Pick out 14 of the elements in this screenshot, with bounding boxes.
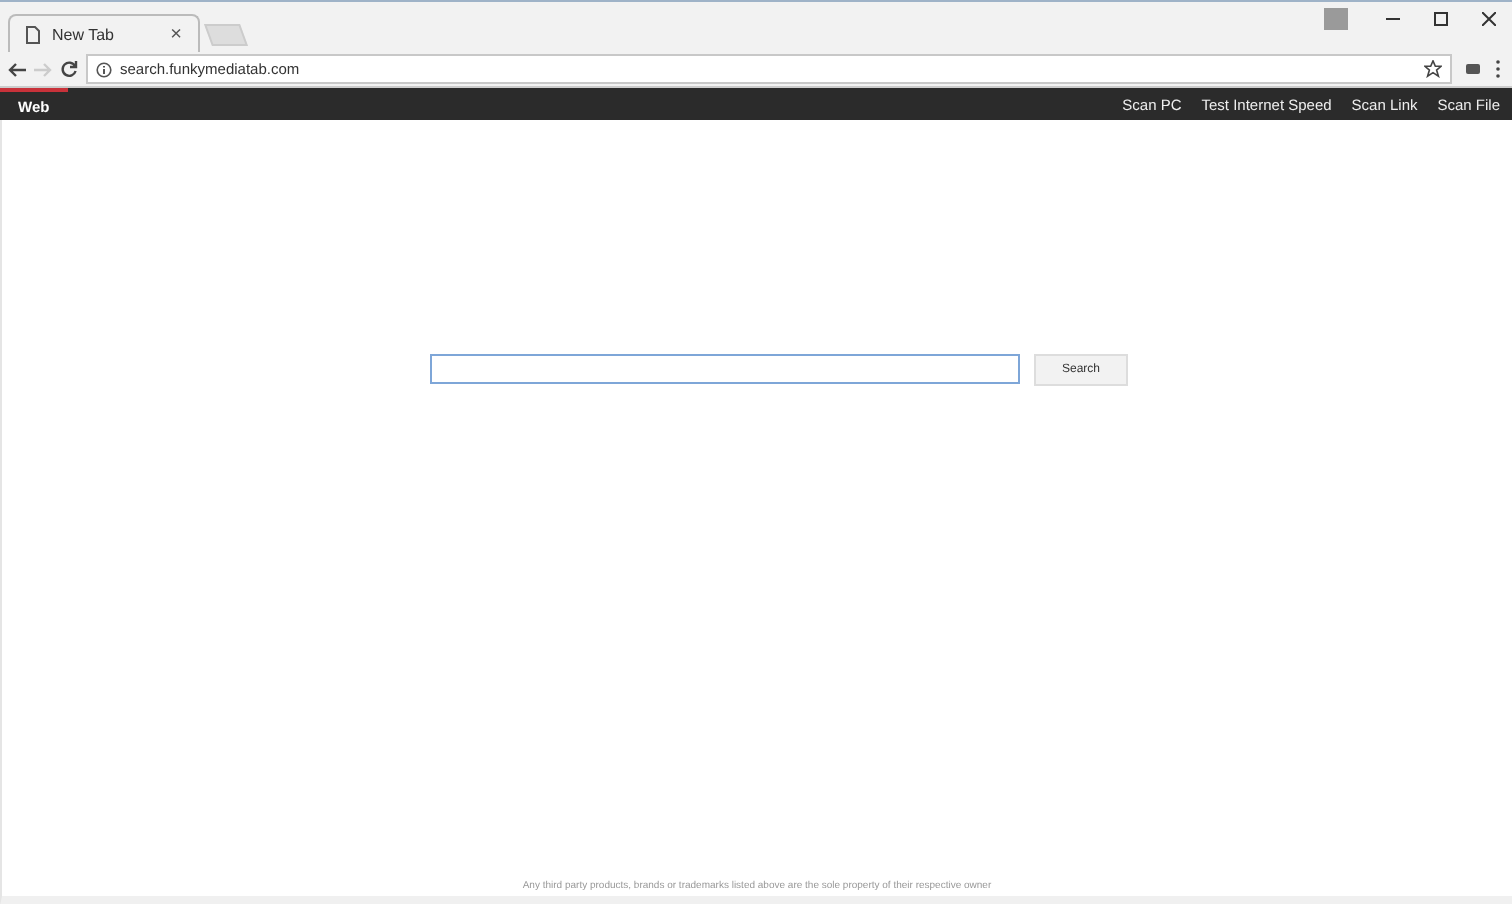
reload-icon[interactable]	[60, 60, 78, 78]
browser-tab[interactable]: New Tab ×	[8, 14, 200, 52]
info-icon[interactable]	[96, 61, 112, 77]
search-field[interactable]	[430, 354, 1020, 384]
tab-title: New Tab	[52, 25, 116, 43]
maximize-icon[interactable]	[1433, 11, 1447, 25]
menu-icon[interactable]	[1492, 60, 1504, 78]
tab-close-button[interactable]: ×	[170, 23, 182, 45]
star-icon[interactable]	[1424, 60, 1442, 78]
extension-icon[interactable]	[1460, 61, 1484, 77]
page-icon	[26, 25, 40, 43]
close-icon[interactable]	[1481, 11, 1495, 25]
minimize-icon[interactable]	[1385, 17, 1399, 19]
back-arrow-icon[interactable]	[8, 61, 26, 77]
